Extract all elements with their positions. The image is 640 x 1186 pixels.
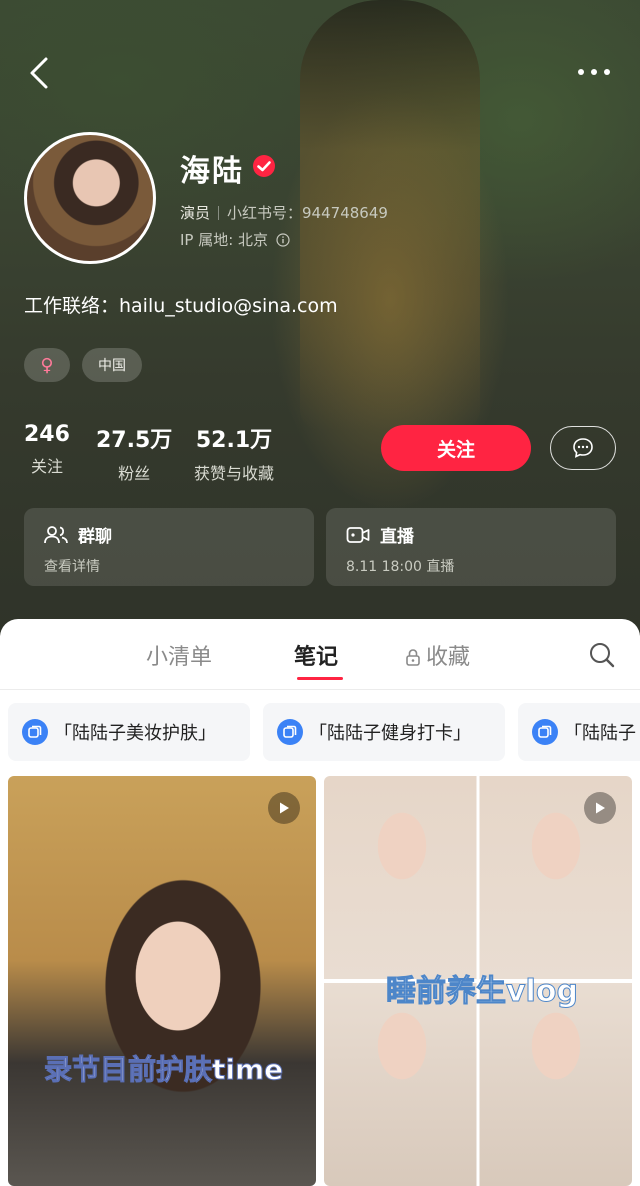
profile-role: 演员 [180,204,211,222]
stat-fans[interactable]: 27.5万 粉丝 [96,422,172,484]
note-card[interactable]: 录节目前护肤time [8,776,316,1186]
stat-following-count: 246 [24,422,70,447]
tab-notes[interactable]: 笔记 [294,639,338,671]
region-tag: 中国 [82,348,142,382]
chat-bubble-icon [573,438,593,458]
redbook-id[interactable]: 小红书号：944748649 [227,202,388,223]
ip-location: IP 属地: 北京 [180,231,269,249]
more-options-icon[interactable] [576,62,612,82]
video-play-icon [584,792,616,824]
note-cover-text: 睡前养生vlog [386,974,579,1010]
info-icon[interactable] [276,232,290,247]
content-panel: 小清单 笔记 收藏 「陆陆子美妆护肤」 「陆陆子健身打卡」 「陆陆子 录节目前护… [0,619,640,1186]
collection-icon [277,719,303,745]
ip-location-row: IP 属地: 北京 [180,229,290,250]
collection-chip-label: 「陆陆子 [564,723,636,744]
tab-list[interactable]: 小清单 [146,639,212,671]
tab-saved-label: 收藏 [426,645,471,670]
live-subtitle: 8.11 18:00 直播 [346,559,455,575]
active-tab-indicator [297,677,343,680]
collection-icon [22,719,48,745]
meta-separator [218,205,220,220]
profile-meta: 演员 小红书号：944748649 [180,202,388,223]
collection-chip-label: 「陆陆子美妆护肤」 [54,723,216,744]
stat-likes[interactable]: 52.1万 获赞与收藏 [194,422,274,484]
back-icon[interactable] [26,56,54,90]
live-title: 直播 [380,527,414,547]
collection-icon [532,719,558,745]
lock-icon [406,649,420,666]
stat-following[interactable]: 246 关注 [24,422,70,477]
note-card[interactable]: 睡前养生vlog [324,776,632,1186]
collection-chip[interactable]: 「陆陆子美妆护肤」 [8,703,250,761]
stat-following-label: 关注 [30,457,63,476]
collection-chip-label: 「陆陆子健身打卡」 [309,723,471,744]
group-chat-card[interactable]: 群聊 查看详情 [24,508,314,586]
verified-badge-icon [253,155,275,177]
gender-tag: ♀ [24,348,70,382]
tabs-divider [0,689,640,690]
video-play-icon [268,792,300,824]
avatar[interactable] [24,132,156,264]
stat-likes-count: 52.1万 [195,428,273,453]
profile-name: 海陆 [180,154,244,189]
collection-chip[interactable]: 「陆陆子健身打卡」 [263,703,505,761]
stat-fans-count: 27.5万 [96,428,173,453]
collections-row: 「陆陆子美妆护肤」 「陆陆子健身打卡」 「陆陆子 [0,703,640,761]
stat-likes-label: 获赞与收藏 [194,464,275,483]
message-button[interactable] [550,426,616,470]
collection-chip[interactable]: 「陆陆子 [518,703,640,761]
contact-info: 工作联络：hailu_studio@sina.com [24,295,338,317]
group-chat-title: 群聊 [78,527,112,547]
content-tabs: 小清单 笔记 收藏 [0,619,640,689]
search-icon[interactable] [588,641,616,669]
note-cover-text: 录节目前护肤time [43,1053,284,1087]
live-card[interactable]: 直播 8.11 18:00 直播 [326,508,616,586]
tab-saved[interactable]: 收藏 [404,639,470,671]
group-icon [44,525,68,543]
group-chat-subtitle: 查看详情 [44,559,100,575]
live-camera-icon [346,526,370,543]
follow-button[interactable]: 关注 [381,425,531,471]
stat-fans-label: 粉丝 [118,464,151,483]
